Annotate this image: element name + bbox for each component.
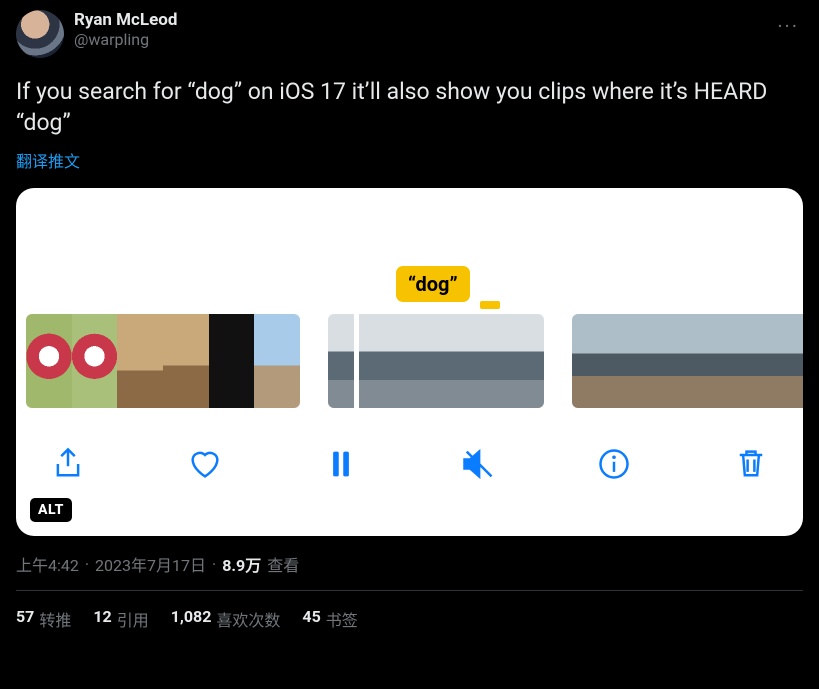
clip-frame bbox=[436, 314, 490, 408]
views-count: 8.9万 bbox=[222, 552, 261, 576]
media-toolbar bbox=[16, 408, 803, 536]
clip-group[interactable] bbox=[26, 314, 300, 408]
separator-dot: · bbox=[212, 555, 216, 574]
share-icon bbox=[50, 446, 86, 482]
clip-frame bbox=[163, 314, 209, 408]
pause-icon bbox=[323, 446, 359, 482]
clip-frame bbox=[72, 314, 118, 408]
translate-tweet-link[interactable]: 翻译推文 bbox=[16, 148, 80, 172]
author-handle[interactable]: @warpling bbox=[74, 30, 177, 49]
heart-icon bbox=[187, 446, 223, 482]
stat-count: 45 bbox=[302, 607, 320, 631]
clip-frame bbox=[254, 314, 300, 408]
clip-frame bbox=[745, 314, 788, 408]
video-timeline[interactable] bbox=[16, 314, 803, 408]
clip-frame bbox=[572, 314, 615, 408]
likes-stat[interactable]: 1,082 喜欢次数 bbox=[171, 607, 281, 631]
speaker-muted-icon bbox=[460, 446, 496, 482]
playhead-indicator[interactable] bbox=[354, 314, 359, 408]
avatar[interactable] bbox=[16, 10, 64, 58]
divider bbox=[16, 590, 803, 591]
delete-button[interactable] bbox=[733, 446, 769, 482]
clip-frame bbox=[659, 314, 702, 408]
clip-frame bbox=[382, 314, 436, 408]
more-options-button[interactable]: ··· bbox=[773, 10, 803, 42]
tweet-container: Ryan McLeod @warpling ··· If you search … bbox=[16, 10, 803, 631]
clip-frame bbox=[26, 314, 72, 408]
playhead-flag-icon bbox=[480, 301, 500, 309]
clip-frame bbox=[117, 314, 163, 408]
alt-text-badge[interactable]: ALT bbox=[30, 498, 72, 522]
stat-label: 书签 bbox=[326, 607, 358, 631]
separator-dot: · bbox=[85, 555, 89, 574]
tweet-text: If you search for “dog” on iOS 17 it’ll … bbox=[16, 76, 803, 138]
clip-frame bbox=[702, 314, 745, 408]
info-button[interactable] bbox=[596, 446, 632, 482]
search-term-tooltip: “dog” bbox=[396, 266, 470, 302]
media-inner: “dog” bbox=[16, 188, 803, 536]
tooltip-area: “dog” bbox=[16, 188, 803, 314]
stat-label: 引用 bbox=[117, 607, 149, 631]
share-button[interactable] bbox=[50, 446, 86, 482]
clip-frame bbox=[490, 314, 544, 408]
tweet-header: Ryan McLeod @warpling ··· bbox=[16, 10, 803, 58]
like-button[interactable] bbox=[187, 446, 223, 482]
tweet-stats: 57 转推 12 引用 1,082 喜欢次数 45 书签 bbox=[16, 607, 803, 631]
stat-label: 转推 bbox=[39, 607, 71, 631]
views-label: 查看 bbox=[267, 552, 299, 576]
quotes-stat[interactable]: 12 引用 bbox=[93, 607, 148, 631]
mute-button[interactable] bbox=[460, 446, 496, 482]
author-names: Ryan McLeod @warpling bbox=[74, 10, 177, 50]
stat-count: 12 bbox=[93, 607, 111, 631]
tweet-time[interactable]: 上午4:42 bbox=[16, 552, 79, 576]
stat-count: 57 bbox=[16, 607, 34, 631]
clip-group[interactable] bbox=[328, 314, 544, 408]
stat-count: 1,082 bbox=[171, 607, 212, 631]
stat-label: 喜欢次数 bbox=[216, 607, 280, 631]
tweet-date[interactable]: 2023年7月17日 bbox=[95, 552, 206, 576]
pause-button[interactable] bbox=[323, 446, 359, 482]
clip-frame bbox=[209, 314, 255, 408]
clip-frame bbox=[615, 314, 658, 408]
info-icon bbox=[596, 446, 632, 482]
trash-icon bbox=[733, 446, 769, 482]
bookmarks-stat[interactable]: 45 书签 bbox=[302, 607, 357, 631]
tweet-meta: 上午4:42 · 2023年7月17日 · 8.9万 查看 bbox=[16, 552, 803, 576]
clip-group[interactable] bbox=[572, 314, 803, 408]
author-display-name[interactable]: Ryan McLeod bbox=[74, 10, 177, 30]
clip-frame bbox=[789, 314, 803, 408]
retweets-stat[interactable]: 57 转推 bbox=[16, 607, 71, 631]
media-attachment[interactable]: “dog” bbox=[16, 188, 803, 536]
